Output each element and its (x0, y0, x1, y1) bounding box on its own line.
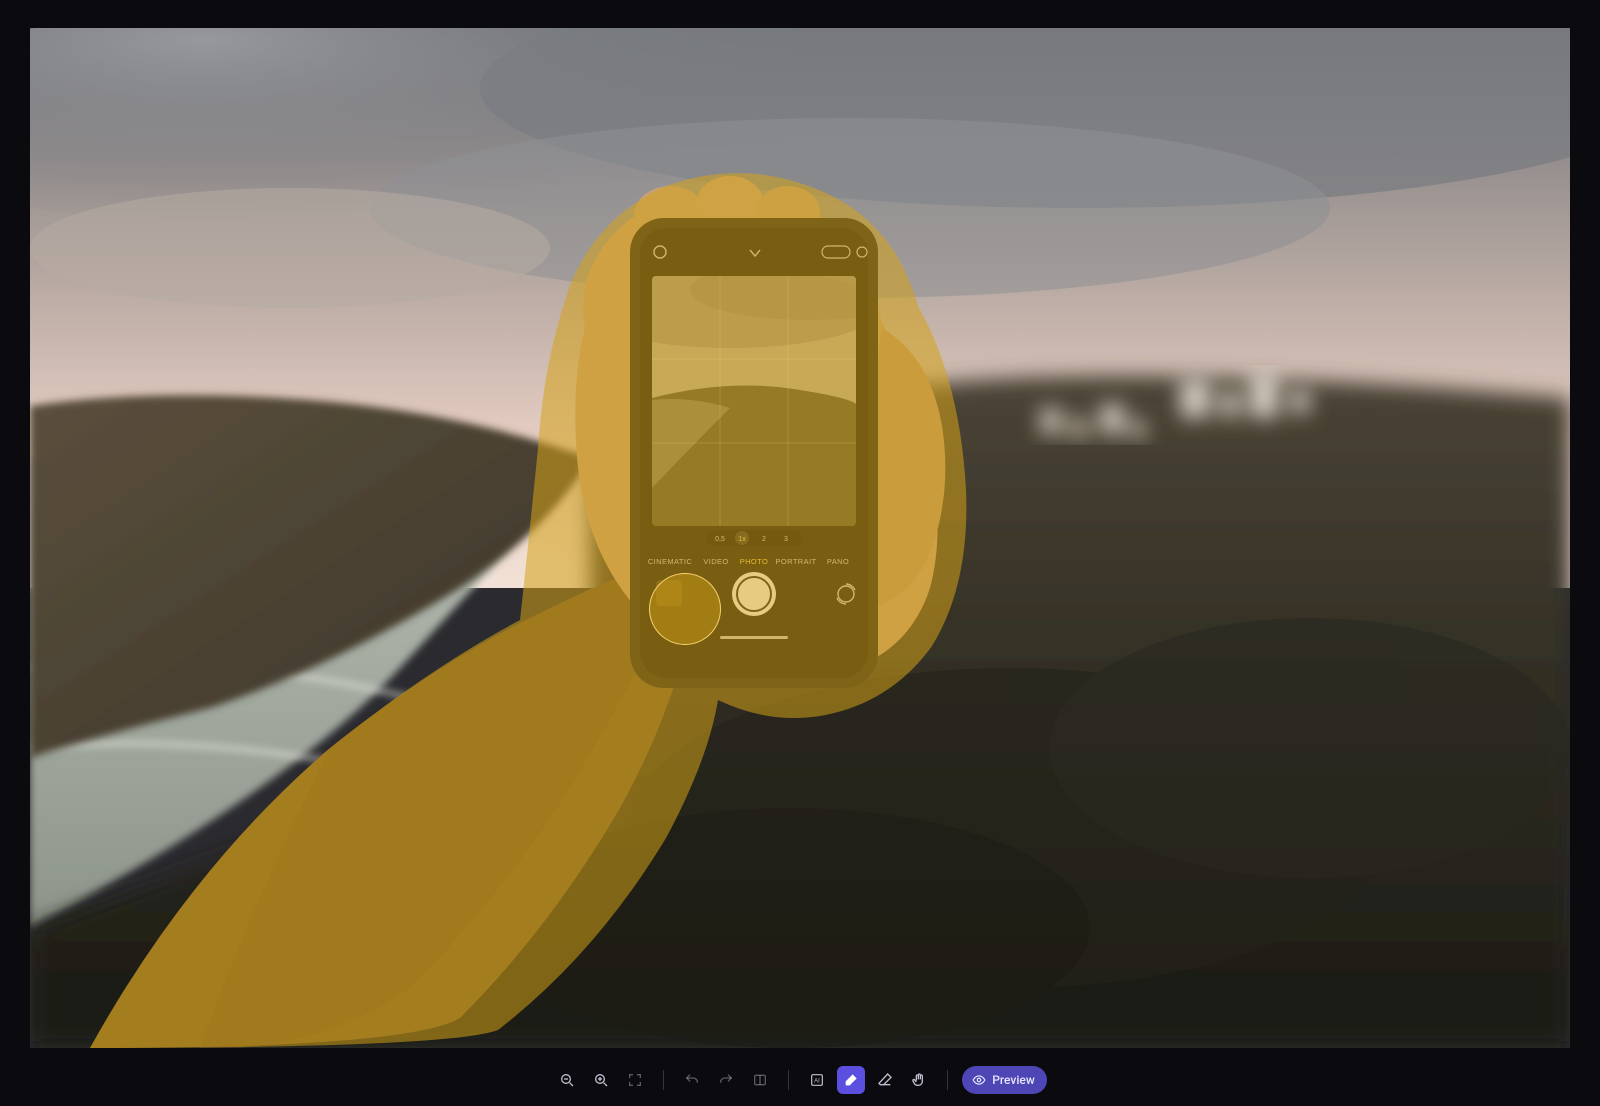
svg-text:AI: AI (814, 1079, 820, 1085)
ai-select-icon: AI (809, 1072, 825, 1088)
brush-cursor-indicator (649, 573, 721, 645)
brush-icon (843, 1072, 859, 1088)
redo-icon (718, 1072, 734, 1088)
redo-button[interactable] (712, 1066, 740, 1094)
brush-button[interactable] (837, 1066, 865, 1094)
bottom-toolbar: AI Preview (0, 1066, 1600, 1094)
pan-button[interactable] (905, 1066, 933, 1094)
compare-button[interactable] (746, 1066, 774, 1094)
zoom-out-icon (559, 1072, 575, 1088)
undo-button[interactable] (678, 1066, 706, 1094)
preview-label: Preview (992, 1073, 1035, 1087)
editor-canvas[interactable]: 0,5 1x 2 3 CINEMATIC VIDEO PHOTO PORTRAI… (30, 28, 1570, 1048)
zoom-group (553, 1066, 649, 1094)
zoom-out-button[interactable] (553, 1066, 581, 1094)
zoom-in-button[interactable] (587, 1066, 615, 1094)
fit-screen-button[interactable] (621, 1066, 649, 1094)
compare-icon (752, 1072, 768, 1088)
eraser-icon (877, 1072, 893, 1088)
eraser-button[interactable] (871, 1066, 899, 1094)
tools-group: AI (803, 1066, 933, 1094)
toolbar-divider (788, 1070, 789, 1090)
hand-icon (911, 1072, 927, 1088)
toolbar-divider (947, 1070, 948, 1090)
toolbar-divider (663, 1070, 664, 1090)
undo-icon (684, 1072, 700, 1088)
history-group (678, 1066, 774, 1094)
preview-button[interactable]: Preview (962, 1066, 1047, 1094)
ai-select-button[interactable]: AI (803, 1066, 831, 1094)
selection-mask-overlay (30, 28, 1570, 1048)
zoom-in-icon (593, 1072, 609, 1088)
eye-icon (972, 1073, 986, 1087)
expand-icon (627, 1072, 643, 1088)
